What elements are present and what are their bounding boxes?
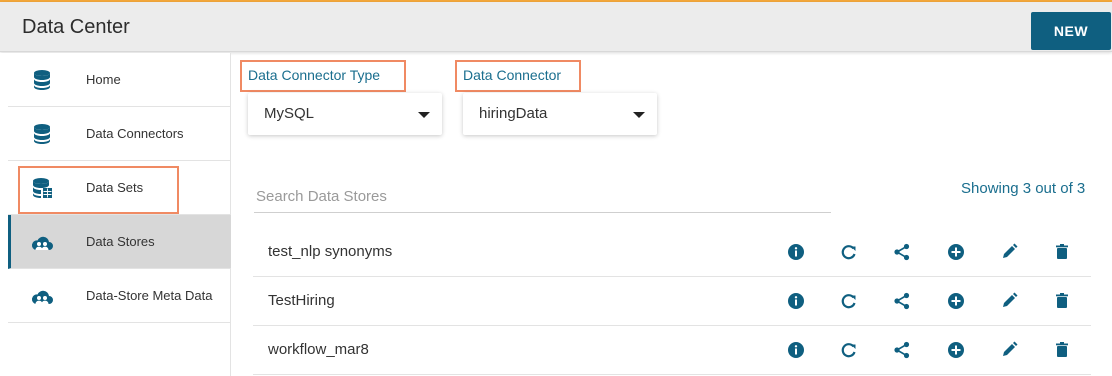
caret-down-icon (418, 112, 430, 118)
info-icon[interactable] (785, 241, 807, 263)
sidebar-item-data-stores[interactable]: Data Stores (8, 215, 231, 269)
refresh-icon[interactable] (838, 339, 860, 361)
connector-type-value: MySQL (264, 105, 315, 122)
table-row[interactable]: TestHiring (253, 277, 1091, 326)
sidebar-item-label: Data Stores (86, 234, 155, 249)
sidebar-item-label: Data Connectors (86, 126, 184, 141)
page-title: Data Center (22, 16, 130, 38)
refresh-icon[interactable] (838, 241, 860, 263)
info-icon[interactable] (785, 290, 807, 312)
new-button[interactable]: NEW (1031, 12, 1111, 50)
add-icon[interactable] (945, 241, 967, 263)
data-store-name: workflow_mar8 (268, 341, 369, 358)
data-store-name: test_nlp synonyms (268, 243, 393, 260)
sidebar-item-data-store-meta-data[interactable]: Data-Store Meta Data (8, 269, 231, 323)
share-icon[interactable] (891, 339, 913, 361)
edit-icon[interactable] (998, 339, 1020, 361)
highlight-box (18, 166, 179, 214)
table-row[interactable]: workflow_mar8 (253, 326, 1091, 375)
delete-icon[interactable] (1051, 339, 1073, 361)
sidebar-item-data-connectors[interactable]: Data Connectors (8, 107, 231, 161)
share-icon[interactable] (891, 241, 913, 263)
add-icon[interactable] (945, 339, 967, 361)
info-icon[interactable] (785, 339, 807, 361)
refresh-icon[interactable] (838, 290, 860, 312)
database-icon (34, 124, 50, 144)
result-count: Showing 3 out of 3 (961, 180, 1086, 197)
sidebar: Home Data Connectors Data Sets Data Stor… (0, 53, 231, 376)
connector-type-select[interactable]: MySQL (248, 93, 442, 135)
caret-down-icon (633, 112, 645, 118)
sidebar-item-label: Data-Store Meta Data (86, 288, 213, 303)
edit-icon[interactable] (998, 241, 1020, 263)
cloud-users-icon (31, 236, 53, 250)
share-icon[interactable] (891, 290, 913, 312)
connector-value: hiringData (479, 105, 548, 122)
sidebar-item-home[interactable]: Home (8, 53, 231, 107)
search-input[interactable]: Search Data Stores (254, 182, 831, 213)
sidebar-item-label: Home (86, 72, 121, 87)
cloud-users-icon (31, 290, 53, 304)
highlight-box (455, 60, 581, 92)
table-row[interactable]: test_nlp synonyms (253, 228, 1091, 277)
highlight-box (240, 60, 406, 92)
delete-icon[interactable] (1051, 290, 1073, 312)
edit-icon[interactable] (998, 290, 1020, 312)
add-icon[interactable] (945, 290, 967, 312)
page-header: Data Center NEW (0, 2, 1112, 52)
data-store-name: TestHiring (268, 292, 335, 309)
database-icon (34, 70, 50, 90)
connector-select[interactable]: hiringData (463, 93, 657, 135)
search-placeholder: Search Data Stores (256, 188, 387, 205)
delete-icon[interactable] (1051, 241, 1073, 263)
